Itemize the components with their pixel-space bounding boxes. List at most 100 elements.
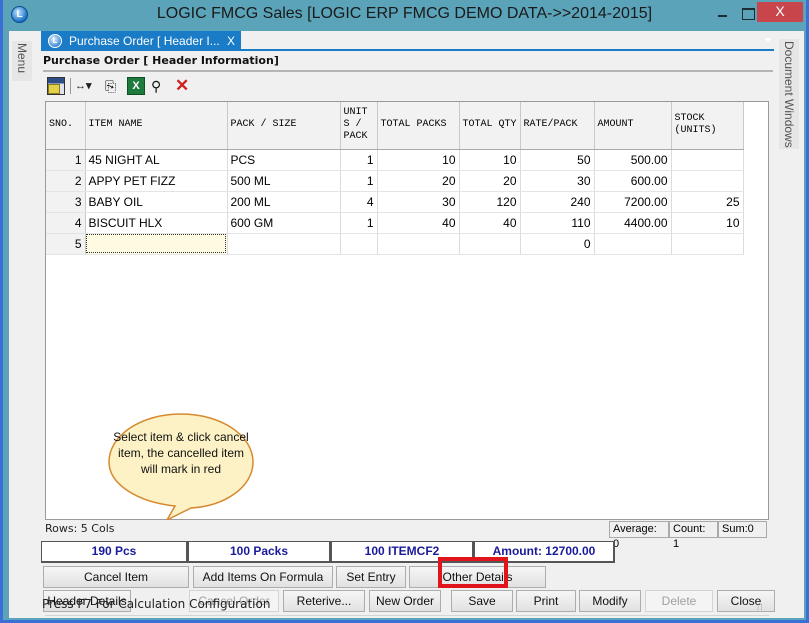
cell-pack-size[interactable]: 500 ML <box>227 170 341 192</box>
app-logo-icon: L <box>48 34 62 48</box>
cell-amount[interactable]: 4400.00 <box>594 212 672 234</box>
cell-sno[interactable]: 2 <box>46 170 86 192</box>
total-pcs: 190 Pcs <box>41 541 188 563</box>
excel-export-icon[interactable]: X <box>127 77 145 95</box>
cell-stock[interactable]: 25 <box>671 191 744 213</box>
cell-sno[interactable]: 5 <box>46 233 86 255</box>
column-header-units-per-pack[interactable]: UNIT S / PACK <box>340 102 378 150</box>
cell-stock[interactable] <box>671 170 744 192</box>
app-window: L LOGIC FMCG Sales [LOGIC ERP FMCG DEMO … <box>0 0 809 623</box>
cell-total-packs[interactable]: 30 <box>377 191 460 213</box>
column-header-item-name[interactable]: ITEM NAME <box>85 102 228 150</box>
cancel-item-button[interactable]: Cancel Item <box>43 566 189 588</box>
column-header-rate-pack[interactable]: RATE/PACK <box>520 102 595 150</box>
column-header-total-packs[interactable]: TOTAL PACKS <box>377 102 460 150</box>
cell-total-qty[interactable] <box>459 233 521 255</box>
table-row[interactable]: 1 45 NIGHT AL PCS 1 10 10 50 500.00 <box>46 149 744 171</box>
tab-close-icon[interactable]: X <box>227 31 235 51</box>
cell-units-per-pack[interactable]: 1 <box>340 149 378 171</box>
cell-stock[interactable] <box>671 233 744 255</box>
cell-total-packs[interactable]: 20 <box>377 170 460 192</box>
cell-total-qty[interactable]: 40 <box>459 212 521 234</box>
retrieve-button[interactable]: Reterive... <box>283 590 365 612</box>
column-header-pack-size[interactable]: PACK / SIZE <box>227 102 341 150</box>
cell-amount[interactable]: 600.00 <box>594 170 672 192</box>
cell-pack-size[interactable]: 600 GM <box>227 212 341 234</box>
column-header-amount[interactable]: AMOUNT <box>594 102 672 150</box>
cell-units-per-pack[interactable]: 4 <box>340 191 378 213</box>
cell-units-per-pack[interactable]: 1 <box>340 170 378 192</box>
set-entry-button[interactable]: Set Entry <box>336 566 406 588</box>
other-details-button[interactable]: Other Details <box>409 566 546 588</box>
maximize-icon[interactable] <box>738 4 758 24</box>
menu-side-panel: Menu <box>9 31 37 618</box>
table-row[interactable]: 2 APPY PET FIZZ 500 ML 1 20 20 30 600.00 <box>46 170 744 192</box>
cell-item-name[interactable]: 45 NIGHT AL <box>85 149 228 171</box>
cell-pack-size[interactable]: 200 ML <box>227 191 341 213</box>
cell-item-name[interactable]: APPY PET FIZZ <box>85 170 228 192</box>
close-button[interactable]: Close <box>717 590 775 612</box>
table-row[interactable]: 5 0 <box>46 233 744 255</box>
document-windows-tab[interactable]: Document Windows <box>779 39 799 149</box>
tab-list-dropdown-icon[interactable] <box>764 38 772 42</box>
panel-title: Purchase Order [ Header Information] <box>43 54 279 67</box>
average-readout: Average: 0 <box>609 521 669 550</box>
column-header-sno[interactable]: SNO. <box>46 102 86 150</box>
cell-item-name[interactable]: BISCUIT HLX <box>85 212 228 234</box>
cell-item-name[interactable]: BABY OIL <box>85 191 228 213</box>
cell-units-per-pack[interactable] <box>340 233 378 255</box>
cell-total-packs[interactable]: 40 <box>377 212 460 234</box>
minimize-icon[interactable] <box>713 4 733 24</box>
cell-rate-pack[interactable]: 50 <box>520 149 595 171</box>
cell-pack-size[interactable] <box>227 233 341 255</box>
cell-total-packs[interactable]: 10 <box>377 149 460 171</box>
items-table: SNO. ITEM NAME PACK / SIZE UNIT S / PACK… <box>46 102 744 255</box>
new-order-button[interactable]: New Order <box>369 590 441 612</box>
save-button[interactable]: Save <box>451 590 513 612</box>
print-button[interactable]: Print <box>516 590 576 612</box>
cell-pack-size[interactable]: PCS <box>227 149 341 171</box>
column-header-total-qty[interactable]: TOTAL QTY <box>459 102 521 150</box>
cell-rate-pack[interactable]: 30 <box>520 170 595 192</box>
add-items-on-formula-button[interactable]: Add Items On Formula <box>193 566 333 588</box>
cell-stock[interactable]: 10 <box>671 212 744 234</box>
tab-label: Purchase Order [ Header I... <box>69 34 220 48</box>
find-icon[interactable]: ⚲ <box>151 77 169 95</box>
cell-sno[interactable]: 4 <box>46 212 86 234</box>
cell-rate-pack[interactable]: 110 <box>520 212 595 234</box>
modify-button[interactable]: Modify <box>579 590 641 612</box>
cell-amount[interactable] <box>594 233 672 255</box>
divider <box>45 615 769 616</box>
cell-units-per-pack[interactable]: 1 <box>340 212 378 234</box>
column-header-stock[interactable]: STOCK (UNITS) <box>671 102 744 150</box>
cell-sno[interactable]: 1 <box>46 149 86 171</box>
cell-total-qty[interactable]: 120 <box>459 191 521 213</box>
cell-stock[interactable] <box>671 149 744 171</box>
title-bar[interactable]: L LOGIC FMCG Sales [LOGIC ERP FMCG DEMO … <box>3 0 806 31</box>
cell-rate-pack[interactable]: 0 <box>520 233 595 255</box>
cell-rate-pack[interactable]: 240 <box>520 191 595 213</box>
cell-amount[interactable]: 7200.00 <box>594 191 672 213</box>
column-width-icon[interactable]: ↔▾ <box>75 77 99 95</box>
document-windows-side-panel: Document Windows <box>774 31 804 618</box>
menu-side-tab[interactable]: Menu <box>12 41 32 81</box>
table-row[interactable]: 3 BABY OIL 200 ML 4 30 120 240 7200.00 2… <box>46 191 744 213</box>
resize-grip-icon[interactable]: ⁞⁞ <box>757 603 763 612</box>
divider <box>43 70 773 72</box>
delete-icon[interactable]: ✕ <box>175 77 193 95</box>
grid-settings-icon[interactable] <box>47 77 65 95</box>
cell-item-name-editing[interactable] <box>85 233 228 255</box>
close-window-button[interactable]: X <box>757 2 803 22</box>
cell-total-packs[interactable] <box>377 233 460 255</box>
cell-sno[interactable]: 3 <box>46 191 86 213</box>
table-row[interactable]: 4 BISCUIT HLX 600 GM 1 40 40 110 4400.00… <box>46 212 744 234</box>
cell-total-qty[interactable]: 10 <box>459 149 521 171</box>
cell-amount[interactable]: 500.00 <box>594 149 672 171</box>
total-packs: 100 Packs <box>188 541 331 563</box>
sum-readout: Sum:0 <box>718 521 767 538</box>
copy-icon[interactable]: ⎘ <box>105 77 123 95</box>
tab-purchase-order[interactable]: L Purchase Order [ Header I... X <box>41 31 241 51</box>
delete-button[interactable]: Delete <box>645 590 713 612</box>
cell-total-qty[interactable]: 20 <box>459 170 521 192</box>
toolbar-separator <box>70 78 71 94</box>
